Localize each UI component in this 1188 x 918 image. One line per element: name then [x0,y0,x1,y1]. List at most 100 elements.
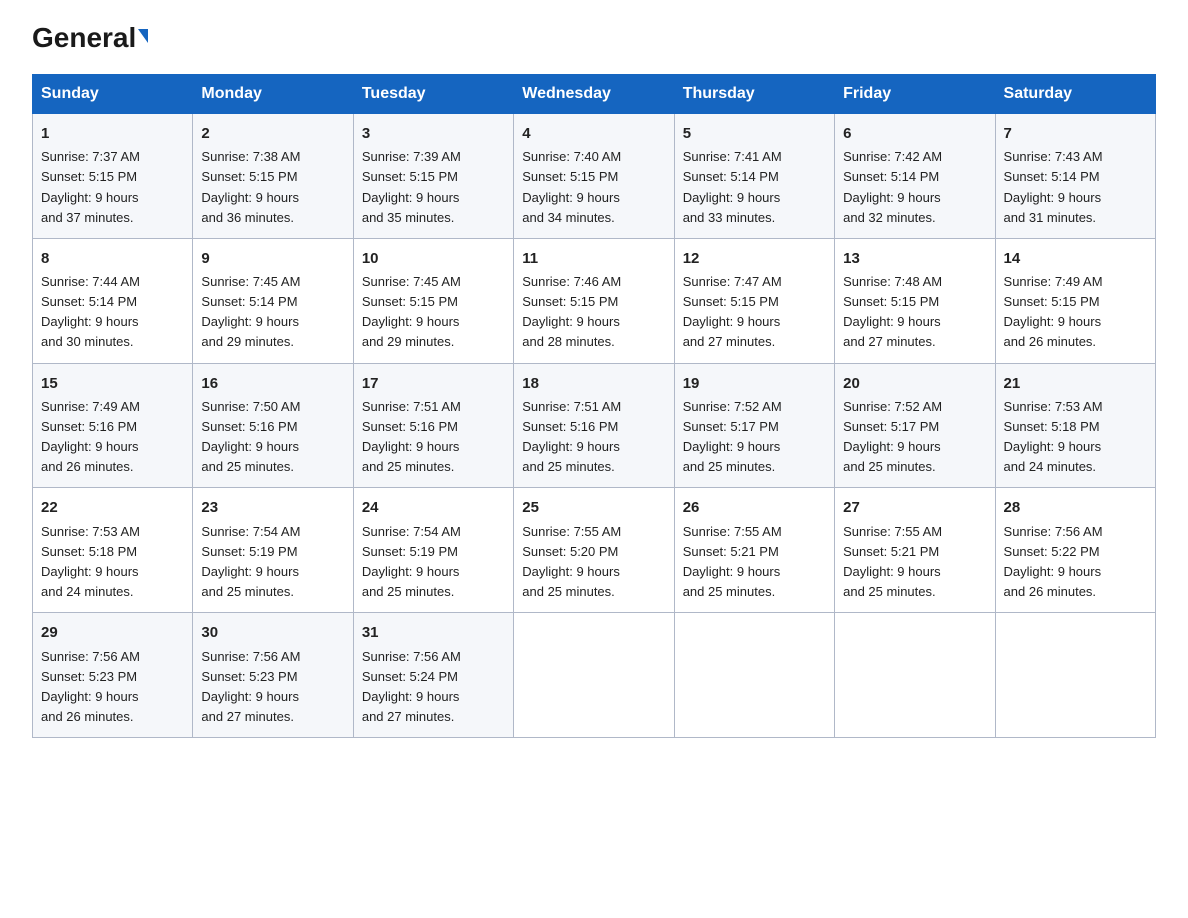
calendar-day-cell: 20Sunrise: 7:52 AMSunset: 5:17 PMDayligh… [835,363,995,488]
day-number: 29 [41,621,184,644]
day-info: Sunrise: 7:49 AMSunset: 5:16 PMDaylight:… [41,397,184,478]
day-number: 16 [201,372,344,395]
calendar-day-cell: 15Sunrise: 7:49 AMSunset: 5:16 PMDayligh… [33,363,193,488]
day-number: 19 [683,372,826,395]
day-info: Sunrise: 7:56 AMSunset: 5:22 PMDaylight:… [1004,522,1147,603]
day-number: 7 [1004,122,1147,145]
day-number: 14 [1004,247,1147,270]
day-info: Sunrise: 7:42 AMSunset: 5:14 PMDaylight:… [843,147,986,228]
weekday-header-thursday: Thursday [674,75,834,114]
calendar-day-cell: 23 Sunrise: 7:54 AMSunset: 5:19 PMDayligh… [193,488,353,613]
calendar-day-cell: 2Sunrise: 7:38 AMSunset: 5:15 PMDaylight… [193,114,353,239]
calendar-day-cell: 29 Sunrise: 7:56 AMSunset: 5:23 PMDayligh… [33,613,193,738]
day-number: 23 [201,496,344,519]
day-info: Sunrise: 7:56 AMSunset: 5:24 PMDaylight:… [362,647,505,728]
calendar-day-cell: 30 Sunrise: 7:56 AMSunset: 5:23 PMDayligh… [193,613,353,738]
day-info: Sunrise: 7:43 AMSunset: 5:14 PMDaylight:… [1004,147,1147,228]
calendar-day-cell: 28Sunrise: 7:56 AMSunset: 5:22 PMDayligh… [995,488,1155,613]
day-number: 15 [41,372,184,395]
calendar-day-cell: 8Sunrise: 7:44 AMSunset: 5:14 PMDaylight… [33,238,193,363]
day-number: 18 [522,372,665,395]
day-info: Sunrise: 7:55 AMSunset: 5:21 PMDaylight:… [683,522,826,603]
day-info: Sunrise: 7:47 AMSunset: 5:15 PMDaylight:… [683,272,826,353]
weekday-header-sunday: Sunday [33,75,193,114]
calendar-week-row: 15Sunrise: 7:49 AMSunset: 5:16 PMDayligh… [33,363,1156,488]
day-info: Sunrise: 7:54 AMSunset: 5:19 PMDaylight:… [362,522,505,603]
day-number: 3 [362,122,505,145]
day-number: 6 [843,122,986,145]
calendar-week-row: 1Sunrise: 7:37 AMSunset: 5:15 PMDaylight… [33,114,1156,239]
calendar-day-cell: 27 Sunrise: 7:55 AMSunset: 5:21 PMDayligh… [835,488,995,613]
calendar-day-cell: 26Sunrise: 7:55 AMSunset: 5:21 PMDayligh… [674,488,834,613]
day-info: Sunrise: 7:55 AMSunset: 5:20 PMDaylight:… [522,522,665,603]
day-info: Sunrise: 7:46 AMSunset: 5:15 PMDaylight:… [522,272,665,353]
calendar-day-cell: 13Sunrise: 7:48 AMSunset: 5:15 PMDayligh… [835,238,995,363]
calendar-day-cell: 21Sunrise: 7:53 AMSunset: 5:18 PMDayligh… [995,363,1155,488]
calendar-day-cell: 17Sunrise: 7:51 AMSunset: 5:16 PMDayligh… [353,363,513,488]
weekday-header-tuesday: Tuesday [353,75,513,114]
weekday-header-monday: Monday [193,75,353,114]
day-info: Sunrise: 7:53 AMSunset: 5:18 PMDaylight:… [1004,397,1147,478]
logo: General [32,24,148,54]
day-info: Sunrise: 7:37 AMSunset: 5:15 PMDaylight:… [41,147,184,228]
calendar-day-cell: 6Sunrise: 7:42 AMSunset: 5:14 PMDaylight… [835,114,995,239]
day-number: 13 [843,247,986,270]
day-number: 11 [522,247,665,270]
day-number: 1 [41,122,184,145]
day-number: 24 [362,496,505,519]
logo-general: General [32,22,136,53]
day-info: Sunrise: 7:53 AMSunset: 5:18 PMDaylight:… [41,522,184,603]
logo-line1: General [32,24,148,52]
calendar-day-cell: 19Sunrise: 7:52 AMSunset: 5:17 PMDayligh… [674,363,834,488]
weekday-header-row: SundayMondayTuesdayWednesdayThursdayFrid… [33,75,1156,114]
calendar-day-cell: 12Sunrise: 7:47 AMSunset: 5:15 PMDayligh… [674,238,834,363]
day-number: 30 [201,621,344,644]
day-info: Sunrise: 7:41 AMSunset: 5:14 PMDaylight:… [683,147,826,228]
calendar-day-cell [514,613,674,738]
calendar-day-cell [835,613,995,738]
day-info: Sunrise: 7:39 AMSunset: 5:15 PMDaylight:… [362,147,505,228]
day-info: Sunrise: 7:49 AMSunset: 5:15 PMDaylight:… [1004,272,1147,353]
calendar-day-cell [995,613,1155,738]
weekday-header-saturday: Saturday [995,75,1155,114]
calendar-day-cell: 31 Sunrise: 7:56 AMSunset: 5:24 PMDayligh… [353,613,513,738]
day-number: 10 [362,247,505,270]
day-number: 17 [362,372,505,395]
calendar-day-cell: 9Sunrise: 7:45 AMSunset: 5:14 PMDaylight… [193,238,353,363]
calendar-day-cell: 7Sunrise: 7:43 AMSunset: 5:14 PMDaylight… [995,114,1155,239]
day-info: Sunrise: 7:45 AMSunset: 5:15 PMDaylight:… [362,272,505,353]
day-number: 22 [41,496,184,519]
day-number: 9 [201,247,344,270]
calendar-day-cell: 10Sunrise: 7:45 AMSunset: 5:15 PMDayligh… [353,238,513,363]
calendar-day-cell: 11Sunrise: 7:46 AMSunset: 5:15 PMDayligh… [514,238,674,363]
day-info: Sunrise: 7:52 AMSunset: 5:17 PMDaylight:… [683,397,826,478]
calendar-day-cell: 16Sunrise: 7:50 AMSunset: 5:16 PMDayligh… [193,363,353,488]
day-number: 27 [843,496,986,519]
day-info: Sunrise: 7:51 AMSunset: 5:16 PMDaylight:… [522,397,665,478]
day-info: Sunrise: 7:55 AMSunset: 5:21 PMDaylight:… [843,522,986,603]
day-number: 8 [41,247,184,270]
day-number: 21 [1004,372,1147,395]
day-info: Sunrise: 7:52 AMSunset: 5:17 PMDaylight:… [843,397,986,478]
calendar-week-row: 8Sunrise: 7:44 AMSunset: 5:14 PMDaylight… [33,238,1156,363]
day-number: 12 [683,247,826,270]
day-info: Sunrise: 7:56 AMSunset: 5:23 PMDaylight:… [41,647,184,728]
calendar-day-cell: 1Sunrise: 7:37 AMSunset: 5:15 PMDaylight… [33,114,193,239]
calendar-day-cell: 14Sunrise: 7:49 AMSunset: 5:15 PMDayligh… [995,238,1155,363]
page-header: General [32,24,1156,54]
day-number: 31 [362,621,505,644]
day-info: Sunrise: 7:54 AMSunset: 5:19 PMDaylight:… [201,522,344,603]
calendar-day-cell: 22 Sunrise: 7:53 AMSunset: 5:18 PMDayligh… [33,488,193,613]
day-number: 4 [522,122,665,145]
weekday-header-friday: Friday [835,75,995,114]
day-info: Sunrise: 7:40 AMSunset: 5:15 PMDaylight:… [522,147,665,228]
logo-triangle-icon [138,29,148,43]
day-info: Sunrise: 7:44 AMSunset: 5:14 PMDaylight:… [41,272,184,353]
calendar-day-cell: 18Sunrise: 7:51 AMSunset: 5:16 PMDayligh… [514,363,674,488]
day-info: Sunrise: 7:48 AMSunset: 5:15 PMDaylight:… [843,272,986,353]
calendar-week-row: 22 Sunrise: 7:53 AMSunset: 5:18 PMDayligh… [33,488,1156,613]
day-number: 25 [522,496,665,519]
day-info: Sunrise: 7:56 AMSunset: 5:23 PMDaylight:… [201,647,344,728]
calendar-day-cell [674,613,834,738]
calendar-week-row: 29 Sunrise: 7:56 AMSunset: 5:23 PMDayligh… [33,613,1156,738]
